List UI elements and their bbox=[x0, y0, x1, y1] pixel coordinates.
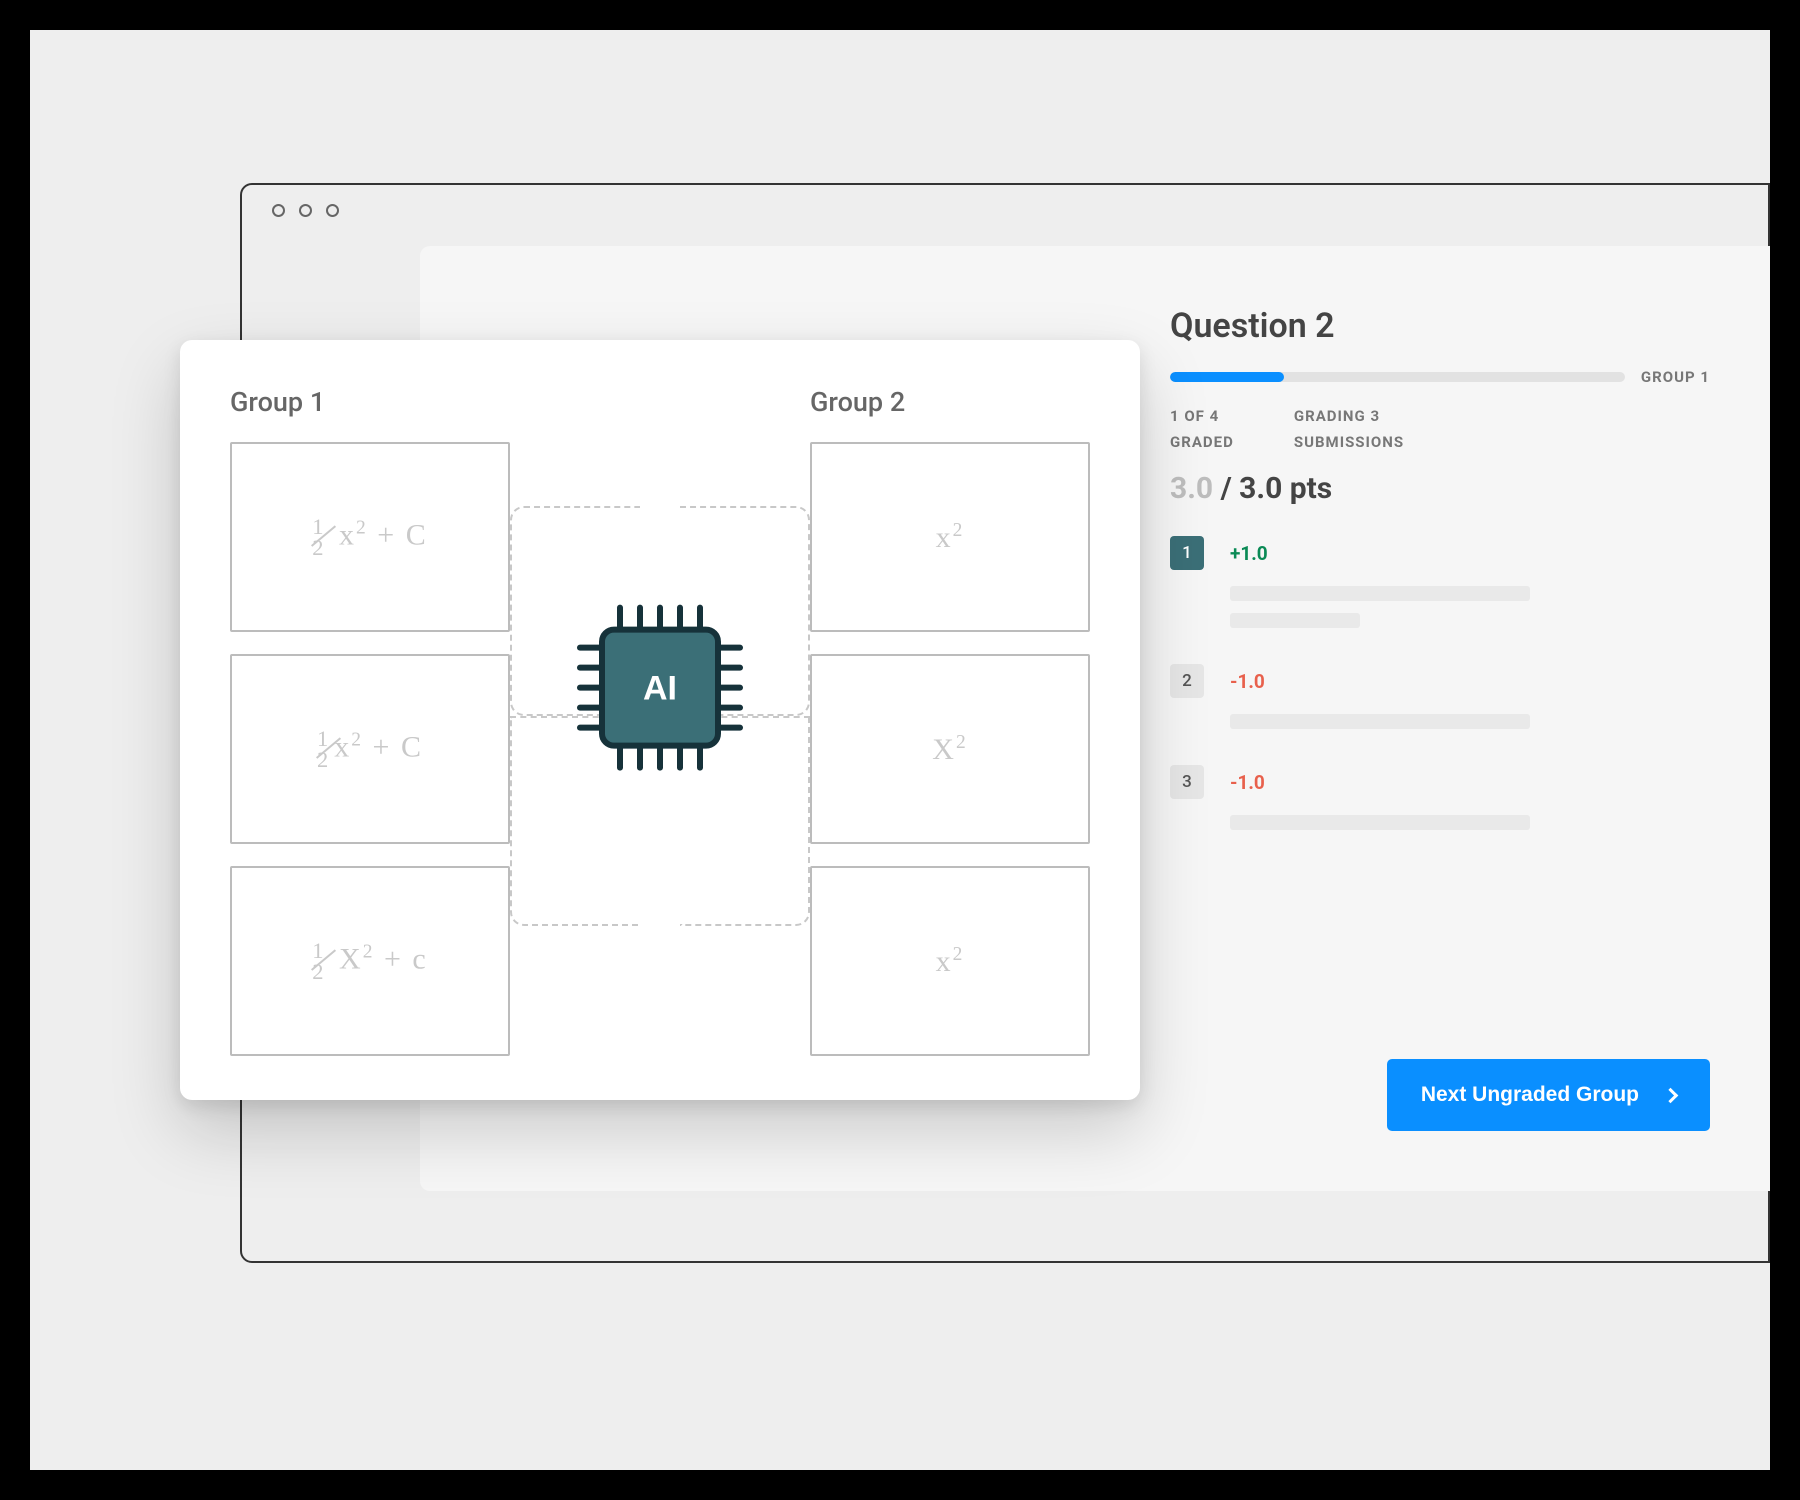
group-1-column: Group 1 12 x2 + C 12x2 + C 12 X2 + c bbox=[230, 386, 510, 1054]
answer-thumbnail[interactable]: x2 bbox=[810, 442, 1090, 632]
rubric-number[interactable]: 2 bbox=[1170, 664, 1204, 698]
placeholder-bar bbox=[1230, 815, 1530, 830]
rubric-number[interactable]: 1 bbox=[1170, 536, 1204, 570]
rubric-item[interactable]: 3 -1.0 bbox=[1170, 765, 1710, 830]
rubric-number[interactable]: 3 bbox=[1170, 765, 1204, 799]
rubric-delta: +1.0 bbox=[1230, 542, 1268, 565]
meta-line: SUBMISSIONS bbox=[1294, 430, 1404, 456]
rubric-list: 1 +1.0 2 -1.0 3 -1.0 bbox=[1170, 536, 1710, 830]
ai-center-column: AI bbox=[570, 386, 750, 1054]
handwriting: 12 X2 + c bbox=[312, 940, 427, 983]
handwriting: 12 x2 + C bbox=[312, 516, 427, 559]
score-sep: / bbox=[1213, 471, 1239, 506]
rubric-description bbox=[1170, 815, 1710, 830]
group-tag: GROUP 1 bbox=[1641, 368, 1710, 386]
meta-graded: 1 OF 4 GRADED bbox=[1170, 404, 1234, 455]
score-row: 3.0 / 3.0 pts bbox=[1170, 471, 1710, 506]
groups-card: Group 1 12 x2 + C 12x2 + C 12 X2 + c bbox=[180, 340, 1140, 1100]
rubric-description bbox=[1170, 586, 1710, 628]
placeholder-bar bbox=[1230, 613, 1360, 628]
traffic-light-icon bbox=[299, 204, 312, 217]
question-title: Question 2 bbox=[1170, 306, 1710, 346]
handwriting: x2 bbox=[936, 944, 965, 979]
titlebar bbox=[242, 185, 1768, 235]
group-2-title: Group 2 bbox=[810, 386, 1090, 418]
traffic-light-icon bbox=[326, 204, 339, 217]
progress-fill bbox=[1170, 372, 1284, 382]
stage: Question 2 GROUP 1 1 OF 4 GRADED GRADING… bbox=[0, 0, 1800, 1500]
answer-thumbnail[interactable]: 12 X2 + c bbox=[230, 866, 510, 1056]
score-earned: 3.0 bbox=[1170, 471, 1213, 506]
meta-row: 1 OF 4 GRADED GRADING 3 SUBMISSIONS bbox=[1170, 404, 1710, 455]
chevron-right-icon bbox=[1663, 1087, 1679, 1103]
handwriting: X2 bbox=[932, 732, 967, 767]
placeholder-bar bbox=[1230, 586, 1530, 601]
canvas: Question 2 GROUP 1 1 OF 4 GRADED GRADING… bbox=[30, 30, 1770, 1470]
progress-row: GROUP 1 bbox=[1170, 368, 1710, 386]
ai-chip-icon: AI bbox=[570, 598, 750, 778]
rubric-delta: -1.0 bbox=[1230, 670, 1265, 693]
rubric-delta: -1.0 bbox=[1230, 771, 1265, 794]
answer-thumbnail[interactable]: 12x2 + C bbox=[230, 654, 510, 844]
meta-line: GRADING 3 bbox=[1294, 404, 1404, 430]
answer-thumbnail[interactable]: x2 bbox=[810, 866, 1090, 1056]
meta-grading: GRADING 3 SUBMISSIONS bbox=[1294, 404, 1404, 455]
score-total: 3.0 pts bbox=[1239, 471, 1332, 506]
handwriting: x2 bbox=[936, 520, 965, 555]
svg-text:AI: AI bbox=[643, 670, 677, 708]
placeholder-bar bbox=[1230, 714, 1530, 729]
rubric-item[interactable]: 2 -1.0 bbox=[1170, 664, 1710, 729]
group-2-column: Group 2 x2 X2 x2 bbox=[810, 386, 1090, 1054]
traffic-light-icon bbox=[272, 204, 285, 217]
meta-line: 1 OF 4 bbox=[1170, 404, 1234, 430]
rubric-item[interactable]: 1 +1.0 bbox=[1170, 536, 1710, 628]
meta-line: GRADED bbox=[1170, 430, 1234, 456]
answer-thumbnail[interactable]: 12 x2 + C bbox=[230, 442, 510, 632]
next-button-label: Next Ungraded Group bbox=[1421, 1083, 1639, 1107]
rubric-description bbox=[1170, 714, 1710, 729]
next-ungraded-group-button[interactable]: Next Ungraded Group bbox=[1387, 1059, 1710, 1131]
handwriting: 12x2 + C bbox=[317, 728, 423, 771]
progress-track bbox=[1170, 372, 1625, 382]
group-1-title: Group 1 bbox=[230, 386, 510, 418]
answer-thumbnail[interactable]: X2 bbox=[810, 654, 1090, 844]
